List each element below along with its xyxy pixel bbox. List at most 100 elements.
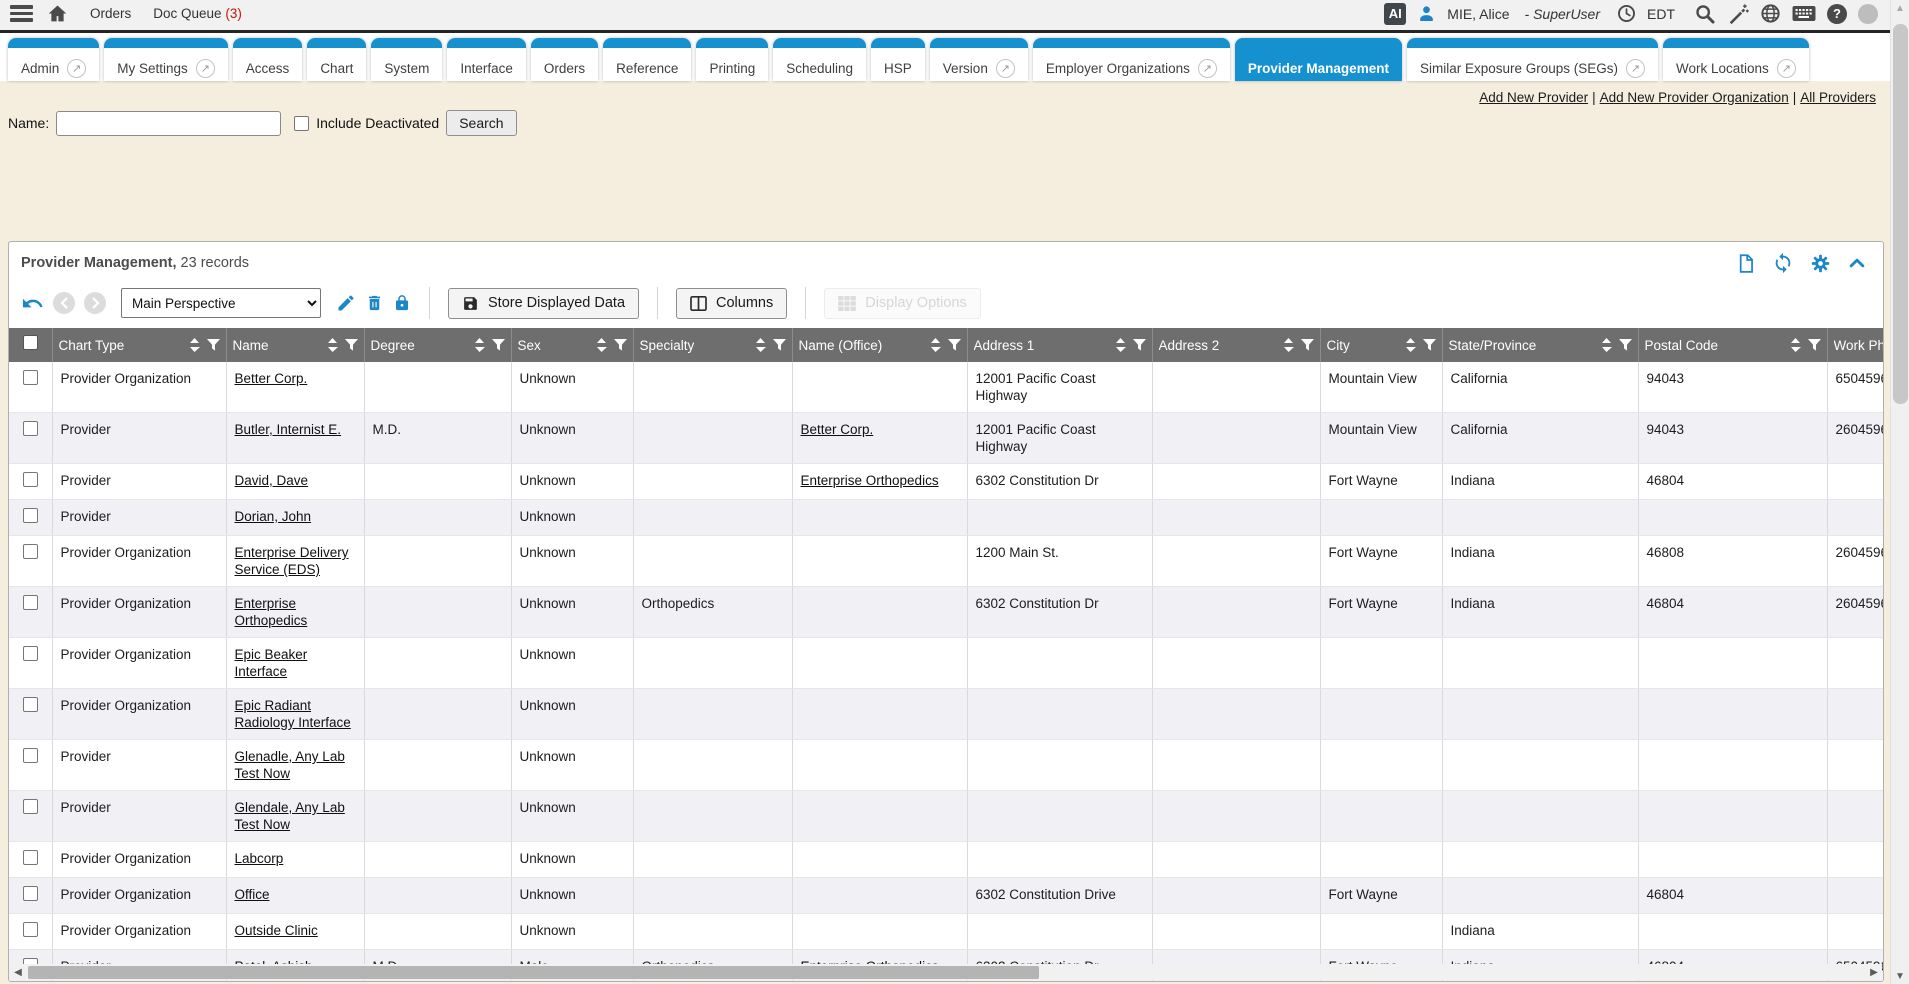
new-document-icon[interactable] [1735, 253, 1756, 274]
sort-icon[interactable] [474, 338, 485, 352]
name-link[interactable]: Butler, Internist E. [235, 422, 342, 437]
sort-icon[interactable] [755, 338, 766, 352]
keyboard-icon[interactable] [1792, 5, 1816, 22]
trash-icon[interactable] [365, 293, 384, 313]
sort-icon[interactable] [1115, 338, 1126, 352]
row-checkbox[interactable] [23, 850, 38, 865]
gear-icon[interactable] [1810, 253, 1831, 274]
column-header-city[interactable]: City [1320, 328, 1442, 362]
row-checkbox[interactable] [23, 697, 38, 712]
column-header-name[interactable]: Name [226, 328, 364, 362]
sort-icon[interactable] [1283, 338, 1294, 352]
filter-funnel-icon[interactable] [1619, 339, 1632, 351]
home-icon[interactable] [47, 3, 68, 24]
column-header-work-ph[interactable]: Work Ph [1827, 328, 1883, 362]
scroll-left-icon[interactable]: ◀ [10, 964, 26, 980]
tab-chart[interactable]: Chart [307, 38, 366, 81]
filter-funnel-icon[interactable] [948, 339, 961, 351]
name-link[interactable]: Better Corp. [235, 371, 308, 386]
select-all-header[interactable] [9, 328, 52, 362]
tab-printing[interactable]: Printing [696, 38, 768, 81]
column-header-state-province[interactable]: State/Province [1442, 328, 1638, 362]
sort-icon[interactable] [930, 338, 941, 352]
sort-icon[interactable] [596, 338, 607, 352]
column-header-address-2[interactable]: Address 2 [1152, 328, 1320, 362]
column-header-name-office[interactable]: Name (Office) [792, 328, 967, 362]
row-checkbox[interactable] [23, 370, 38, 385]
display-options-button[interactable]: Display Options [824, 288, 981, 319]
vertical-scrollbar[interactable]: ▲ ▼ [1890, 0, 1909, 984]
row-checkbox[interactable] [23, 421, 38, 436]
nav-doc-queue[interactable]: Doc Queue (3) [153, 6, 242, 21]
name-link[interactable]: Glendale, Any Lab Test Now [235, 800, 345, 832]
name-link[interactable]: Enterprise Delivery Service (EDS) [235, 545, 349, 577]
scroll-up-icon[interactable]: ▲ [1891, 3, 1909, 14]
tab-orders[interactable]: Orders [531, 38, 598, 81]
sort-icon[interactable] [1405, 338, 1416, 352]
column-header-chart-type[interactable]: Chart Type [52, 328, 226, 362]
row-checkbox[interactable] [23, 886, 38, 901]
row-checkbox[interactable] [23, 508, 38, 523]
search-button[interactable]: Search [446, 110, 516, 136]
ai-badge[interactable]: AI [1384, 3, 1406, 25]
collapse-panel-icon[interactable] [1847, 253, 1867, 273]
row-checkbox[interactable] [23, 544, 38, 559]
row-checkbox[interactable] [23, 472, 38, 487]
filter-funnel-icon[interactable] [614, 339, 627, 351]
globe-icon[interactable] [1760, 3, 1781, 24]
columns-button[interactable]: Columns [676, 288, 787, 319]
select-all-checkbox[interactable] [23, 335, 38, 350]
hamburger-menu-icon[interactable] [10, 5, 33, 22]
name-link[interactable]: Glenadle, Any Lab Test Now [235, 749, 345, 781]
prev-icon[interactable] [53, 292, 75, 314]
office-link[interactable]: Enterprise Orthopedics [801, 473, 939, 488]
next-icon[interactable] [84, 292, 106, 314]
column-header-sex[interactable]: Sex [511, 328, 633, 362]
filter-funnel-icon[interactable] [1808, 339, 1821, 351]
filter-funnel-icon[interactable] [773, 339, 786, 351]
user-name[interactable]: MIE, Alice [1447, 6, 1509, 22]
link-add-new-provider-organization[interactable]: Add New Provider Organization [1600, 90, 1789, 105]
scroll-down-icon[interactable]: ▼ [1891, 971, 1909, 982]
tab-scheduling[interactable]: Scheduling [773, 38, 866, 81]
filter-funnel-icon[interactable] [207, 339, 220, 351]
search-icon[interactable] [1694, 3, 1716, 25]
link-all-providers[interactable]: All Providers [1800, 90, 1876, 105]
row-checkbox[interactable] [23, 595, 38, 610]
include-deactivated-checkbox[interactable] [294, 116, 309, 131]
filter-funnel-icon[interactable] [1133, 339, 1146, 351]
column-header-address-1[interactable]: Address 1 [967, 328, 1152, 362]
column-header-specialty[interactable]: Specialty [633, 328, 792, 362]
link-add-new-provider[interactable]: Add New Provider [1479, 90, 1588, 105]
wand-icon[interactable] [1727, 3, 1749, 25]
refresh-icon[interactable] [1772, 252, 1794, 274]
row-checkbox[interactable] [23, 748, 38, 763]
sort-icon[interactable] [1790, 338, 1801, 352]
store-displayed-data-button[interactable]: Store Displayed Data [448, 288, 639, 319]
tab-admin[interactable]: Admin↗ [8, 38, 99, 81]
name-link[interactable]: Office [235, 887, 270, 902]
tab-interface[interactable]: Interface [447, 38, 526, 81]
name-input[interactable] [56, 111, 281, 136]
sort-icon[interactable] [327, 338, 338, 352]
column-header-degree[interactable]: Degree [364, 328, 511, 362]
help-icon[interactable]: ? [1827, 4, 1847, 24]
sort-icon[interactable] [1601, 338, 1612, 352]
horizontal-scroll-thumb[interactable] [28, 966, 1039, 979]
tab-similar-exposure-groups-segs[interactable]: Similar Exposure Groups (SEGs)↗ [1407, 38, 1658, 81]
sort-icon[interactable] [189, 338, 200, 352]
filter-funnel-icon[interactable] [1301, 339, 1314, 351]
name-link[interactable]: Dorian, John [235, 509, 312, 524]
row-checkbox[interactable] [23, 922, 38, 937]
tab-provider-management[interactable]: Provider Management [1235, 38, 1402, 81]
perspective-select[interactable]: Main Perspective [121, 288, 321, 318]
name-link[interactable]: Enterprise Orthopedics [235, 596, 308, 628]
pencil-icon[interactable] [336, 293, 356, 313]
filter-funnel-icon[interactable] [345, 339, 358, 351]
name-link[interactable]: Epic Radiant Radiology Interface [235, 698, 351, 730]
name-link[interactable]: Epic Beaker Interface [235, 647, 308, 679]
tab-system[interactable]: System [371, 38, 442, 81]
tab-reference[interactable]: Reference [603, 38, 691, 81]
name-link[interactable]: David, Dave [235, 473, 309, 488]
column-header-postal-code[interactable]: Postal Code [1638, 328, 1827, 362]
